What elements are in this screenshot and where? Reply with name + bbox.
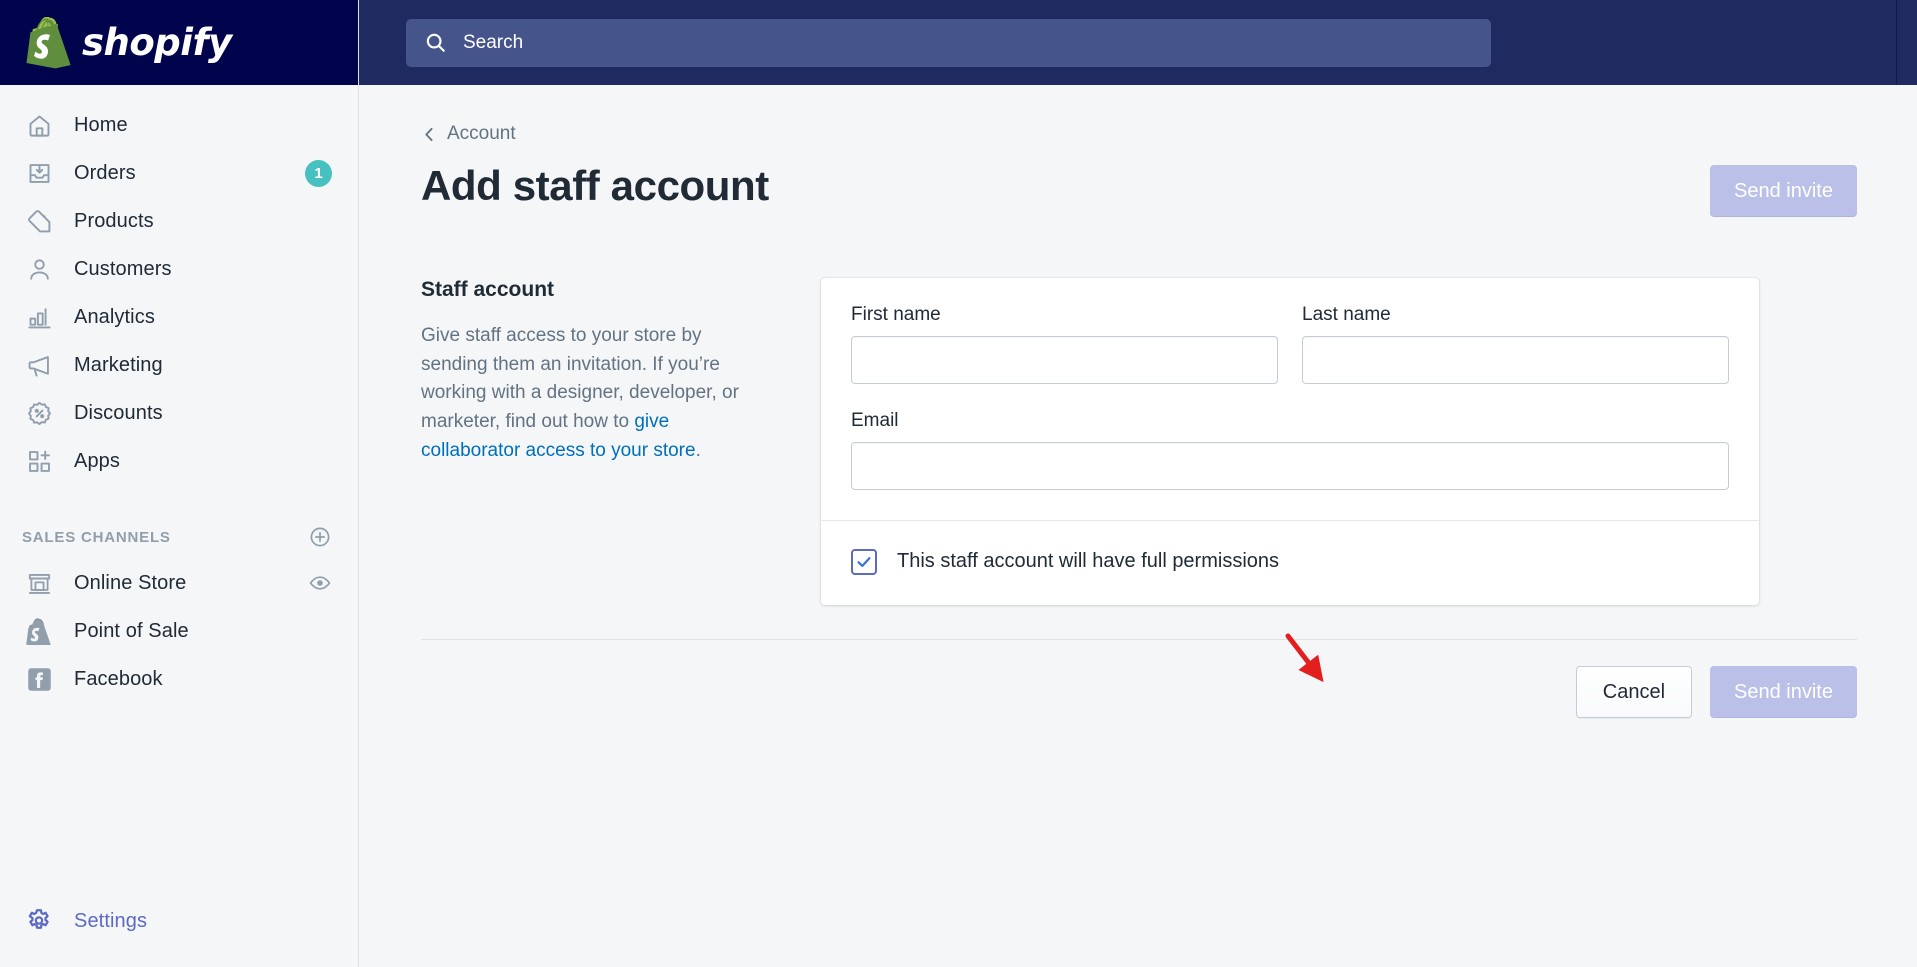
last-name-field: Last name <box>1302 304 1729 384</box>
orders-inbox-icon <box>22 156 56 190</box>
checkmark-icon <box>857 556 871 567</box>
sidebar-item-customers[interactable]: Customers <box>0 245 358 293</box>
sidebar-item-apps[interactable]: Apps <box>0 437 358 485</box>
name-email-section: First name Last name Email <box>821 278 1759 520</box>
full-permissions-checkbox[interactable] <box>851 548 877 575</box>
brand-logo[interactable]: shopify <box>0 0 358 85</box>
last-name-label: Last name <box>1302 303 1391 325</box>
sidebar-item-label: Facebook <box>74 667 163 690</box>
email-input[interactable] <box>851 441 1729 490</box>
sidebar-item-products[interactable]: Products <box>0 197 358 245</box>
first-name-input[interactable] <box>851 335 1278 384</box>
footer-actions: Cancel Send invite <box>359 640 1917 718</box>
apps-grid-plus-icon <box>22 444 56 478</box>
sidebar-item-label: Discounts <box>74 401 163 424</box>
search-icon <box>424 31 447 54</box>
gear-icon <box>22 904 56 938</box>
tag-icon <box>22 204 56 238</box>
permissions-row[interactable]: This staff account will have full permis… <box>821 521 1759 605</box>
bar-chart-icon <box>22 300 56 334</box>
sidebar-item-label: Products <box>74 209 154 232</box>
sidebar-item-label: Orders <box>74 161 136 184</box>
eye-icon[interactable] <box>308 571 332 595</box>
storefront-icon <box>22 566 56 600</box>
person-icon <box>22 252 56 286</box>
chevron-left-icon <box>421 126 438 143</box>
description-text-after: . <box>695 440 701 462</box>
sidebar-item-label: Marketing <box>74 353 163 376</box>
page-content: Account Add staff account Send invite St… <box>359 85 1917 967</box>
sidebar: shopify Home Orders 1 Products Customers… <box>0 0 359 967</box>
shopify-bag-icon <box>26 16 72 69</box>
sidebar-item-label: Online Store <box>74 571 187 594</box>
form-card-wrap: First name Last name Email This staff ac… <box>821 277 1759 605</box>
email-field: Email <box>851 410 1729 490</box>
sales-channels-header: SALES CHANNELS <box>0 515 358 559</box>
section-title: Staff account <box>421 277 555 301</box>
form-description: Staff account Give staff access to your … <box>421 278 821 605</box>
form-layout: Staff account Give staff access to your … <box>359 238 1917 605</box>
section-description: Give staff access to your store by sendi… <box>421 322 761 466</box>
sidebar-item-point-of-sale[interactable]: Point of Sale <box>0 607 358 655</box>
megaphone-icon <box>22 348 56 382</box>
full-permissions-label: This staff account will have full permis… <box>897 550 1280 573</box>
last-name-input[interactable] <box>1302 335 1729 384</box>
sidebar-item-label: Customers <box>74 257 172 280</box>
staff-account-card: First name Last name Email This staff ac… <box>821 277 1759 605</box>
sidebar-item-label: Settings <box>74 909 148 932</box>
sidebar-item-online-store[interactable]: Online Store <box>0 559 358 607</box>
sidebar-item-label: Point of Sale <box>74 619 189 642</box>
description-text-before: Give staff access to your store by sendi… <box>421 324 739 433</box>
sidebar-item-label: Apps <box>74 449 120 472</box>
topbar-divider <box>1896 0 1897 85</box>
sidebar-item-label: Home <box>74 113 128 136</box>
plus-circle-icon[interactable] <box>308 525 332 549</box>
email-label: Email <box>851 409 899 431</box>
sidebar-item-discounts[interactable]: Discounts <box>0 389 358 437</box>
brand-name: shopify <box>82 21 232 64</box>
page-title: Add staff account <box>421 161 769 209</box>
sidebar-item-orders[interactable]: Orders 1 <box>0 149 358 197</box>
home-icon <box>22 108 56 142</box>
cancel-button[interactable]: Cancel <box>1575 665 1693 718</box>
sidebar-item-facebook[interactable]: Facebook <box>0 655 358 703</box>
page-header: Account Add staff account Send invite <box>359 85 1917 238</box>
sales-channels-title: SALES CHANNELS <box>22 528 171 546</box>
percent-badge-icon <box>22 396 56 430</box>
sidebar-footer: Settings <box>0 897 358 967</box>
app-root: shopify Home Orders 1 Products Customers… <box>0 0 1917 967</box>
breadcrumb-label: Account <box>447 123 516 144</box>
sidebar-item-settings[interactable]: Settings <box>0 897 358 945</box>
search-bar[interactable] <box>406 18 1491 67</box>
facebook-icon <box>22 662 56 696</box>
main-region: mageplazastore Admin mageplazastore Acco… <box>359 0 1917 967</box>
shopify-bag-icon <box>22 614 56 648</box>
breadcrumb[interactable]: Account <box>421 123 516 145</box>
sidebar-item-analytics[interactable]: Analytics <box>0 293 358 341</box>
first-name-field: First name <box>851 304 1278 384</box>
sidebar-item-home[interactable]: Home <box>0 101 358 149</box>
sidebar-item-marketing[interactable]: Marketing <box>0 341 358 389</box>
first-name-label: First name <box>851 303 941 325</box>
send-invite-button-top[interactable]: Send invite <box>1710 165 1857 217</box>
sidebar-nav: Home Orders 1 Products Customers Analyti… <box>0 85 358 897</box>
sidebar-item-label: Analytics <box>74 305 155 328</box>
topbar: mageplazastore Admin mageplazastore <box>359 0 1917 85</box>
send-invite-button-bottom[interactable]: Send invite <box>1710 665 1857 718</box>
search-input[interactable] <box>461 30 1473 55</box>
orders-count-badge: 1 <box>305 159 332 187</box>
